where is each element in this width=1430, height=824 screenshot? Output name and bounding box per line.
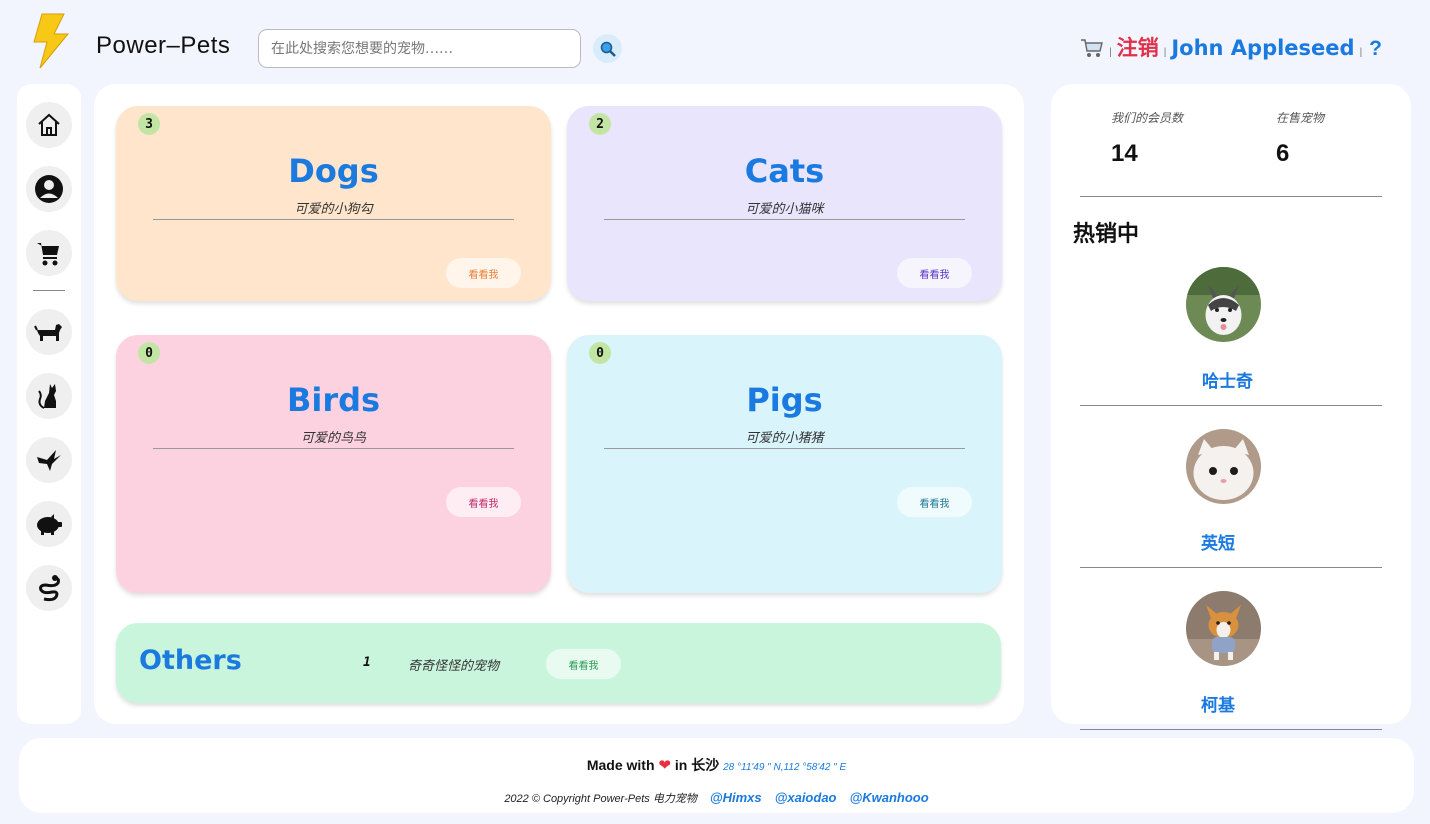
sidebar-item-home[interactable] xyxy=(26,102,72,148)
city-text: in 长沙 xyxy=(674,757,720,773)
category-title[interactable]: Dogs xyxy=(116,152,551,190)
count-badge: 2 xyxy=(589,113,611,135)
author-link[interactable]: @Kwanhooo xyxy=(850,790,929,805)
user-name-link[interactable]: John Appleseed xyxy=(1171,36,1354,60)
category-subtitle: 可爱的小狗勾 xyxy=(294,201,373,216)
pet-avatar-british-shorthair[interactable] xyxy=(1186,429,1261,504)
sidebar-divider xyxy=(33,290,65,291)
sidebar-item-birds[interactable] xyxy=(26,437,72,483)
view-button[interactable]: 看看我 xyxy=(897,487,972,517)
pet-name-link[interactable]: 哈士奇 xyxy=(1202,367,1253,392)
pig-icon xyxy=(37,514,62,535)
view-button[interactable]: 看看我 xyxy=(546,649,621,679)
cat-icon xyxy=(38,384,56,409)
logout-link[interactable]: 注销 xyxy=(1117,32,1159,62)
count-badge: 0 xyxy=(589,342,611,364)
lightning-logo-icon[interactable] xyxy=(30,12,70,70)
author-link[interactable]: @xaiodao xyxy=(775,790,837,805)
cart-icon xyxy=(37,243,59,266)
cart-icon[interactable] xyxy=(1080,37,1104,59)
count-badge: 3 xyxy=(138,113,160,135)
pet-name-link[interactable]: 柯基 xyxy=(1201,691,1235,716)
search-input[interactable] xyxy=(258,29,581,68)
divider xyxy=(1080,196,1382,197)
pets-label: 在售宠物 xyxy=(1276,111,1325,125)
pet-avatar-husky[interactable] xyxy=(1186,267,1261,342)
copyright-text: 2022 © Copyright Power-Pets 电力宠物 xyxy=(504,793,697,805)
divider xyxy=(1080,729,1382,730)
category-card-dogs[interactable]: 3 Dogs 可爱的小狗勾 看看我 xyxy=(116,106,551,301)
category-panel: 3 Dogs 可爱的小狗勾 看看我 2 Cats 可爱的小猫咪 看看我 0 Bi… xyxy=(94,84,1024,724)
divider xyxy=(604,219,965,220)
count-badge: 1 xyxy=(363,655,371,670)
divider xyxy=(1080,567,1382,568)
search-icon xyxy=(600,41,616,57)
category-title[interactable]: Cats xyxy=(567,152,1002,190)
category-title[interactable]: Pigs xyxy=(567,381,1002,419)
category-card-others[interactable]: Others 1 奇奇怪怪的宠物 看看我 xyxy=(116,623,1001,703)
category-title[interactable]: Birds xyxy=(116,381,551,419)
members-label: 我们的会员数 xyxy=(1111,111,1184,125)
nav-separator: | xyxy=(1359,47,1363,58)
divider xyxy=(604,448,965,449)
sidebar-item-reptiles[interactable] xyxy=(26,565,72,611)
cat-photo-icon xyxy=(1186,429,1261,504)
members-count: 14 xyxy=(1111,140,1138,167)
hot-section-title: 热销中 xyxy=(1073,222,1140,247)
corgi-photo-icon xyxy=(1186,591,1261,666)
sidebar-item-cart[interactable] xyxy=(26,230,72,276)
home-icon xyxy=(38,113,60,136)
pet-name-link[interactable]: 英短 xyxy=(1201,529,1235,554)
count-badge: 0 xyxy=(138,342,160,364)
footer-made-with: Made with ❤ in 长沙 28 °11'49 " N,112 °58'… xyxy=(19,755,1414,775)
category-subtitle: 可爱的鸟鸟 xyxy=(300,430,366,445)
account-icon xyxy=(35,175,63,203)
divider xyxy=(153,448,514,449)
search-button[interactable] xyxy=(593,34,622,63)
sidebar-item-cats[interactable] xyxy=(26,373,72,419)
dog-icon xyxy=(34,324,62,341)
category-subtitle: 奇奇怪怪的宠物 xyxy=(408,658,500,673)
category-subtitle: 可爱的小猪猪 xyxy=(745,430,824,445)
sidebar-item-dogs[interactable] xyxy=(26,309,72,355)
brand-name[interactable]: Power–Pets xyxy=(96,32,230,60)
category-subtitle: 可爱的小猫咪 xyxy=(745,201,824,216)
category-card-cats[interactable]: 2 Cats 可爱的小猫咪 看看我 xyxy=(567,106,1002,301)
category-title[interactable]: Others xyxy=(139,645,242,676)
category-card-pigs[interactable]: 0 Pigs 可爱的小猪猪 看看我 xyxy=(567,335,1002,593)
husky-photo-icon xyxy=(1186,267,1261,342)
top-nav: | 注销 | John Appleseed | ? xyxy=(1080,32,1382,62)
view-button[interactable]: 看看我 xyxy=(897,258,972,288)
divider xyxy=(1080,405,1382,406)
snake-icon xyxy=(39,575,60,602)
footer-copyright: 2022 © Copyright Power-Pets 电力宠物 @Himxs … xyxy=(19,790,1414,806)
sidebar-item-pigs[interactable] xyxy=(26,501,72,547)
footer: Made with ❤ in 长沙 28 °11'49 " N,112 °58'… xyxy=(19,738,1414,813)
heart-icon: ❤ xyxy=(658,757,671,774)
pets-count: 6 xyxy=(1276,140,1290,167)
view-button[interactable]: 看看我 xyxy=(446,258,521,288)
coordinates: 28 °11'49 " N,112 °58'42 " E xyxy=(723,762,847,773)
help-link[interactable]: ? xyxy=(1369,37,1382,61)
nav-separator: | xyxy=(1109,47,1112,58)
bird-icon xyxy=(37,450,61,471)
divider xyxy=(153,219,514,220)
made-with-text: Made with xyxy=(586,757,655,773)
author-link[interactable]: @Himxs xyxy=(710,790,762,805)
stats-panel: 我们的会员数 14 在售宠物 6 热销中 哈士奇 英短 柯基 xyxy=(1051,84,1411,730)
nav-separator: | xyxy=(1163,47,1167,58)
view-button[interactable]: 看看我 xyxy=(446,487,521,517)
sidebar-item-account[interactable] xyxy=(26,166,72,212)
pet-avatar-corgi[interactable] xyxy=(1186,591,1261,666)
sidebar xyxy=(17,84,81,724)
category-card-birds[interactable]: 0 Birds 可爱的鸟鸟 看看我 xyxy=(116,335,551,593)
